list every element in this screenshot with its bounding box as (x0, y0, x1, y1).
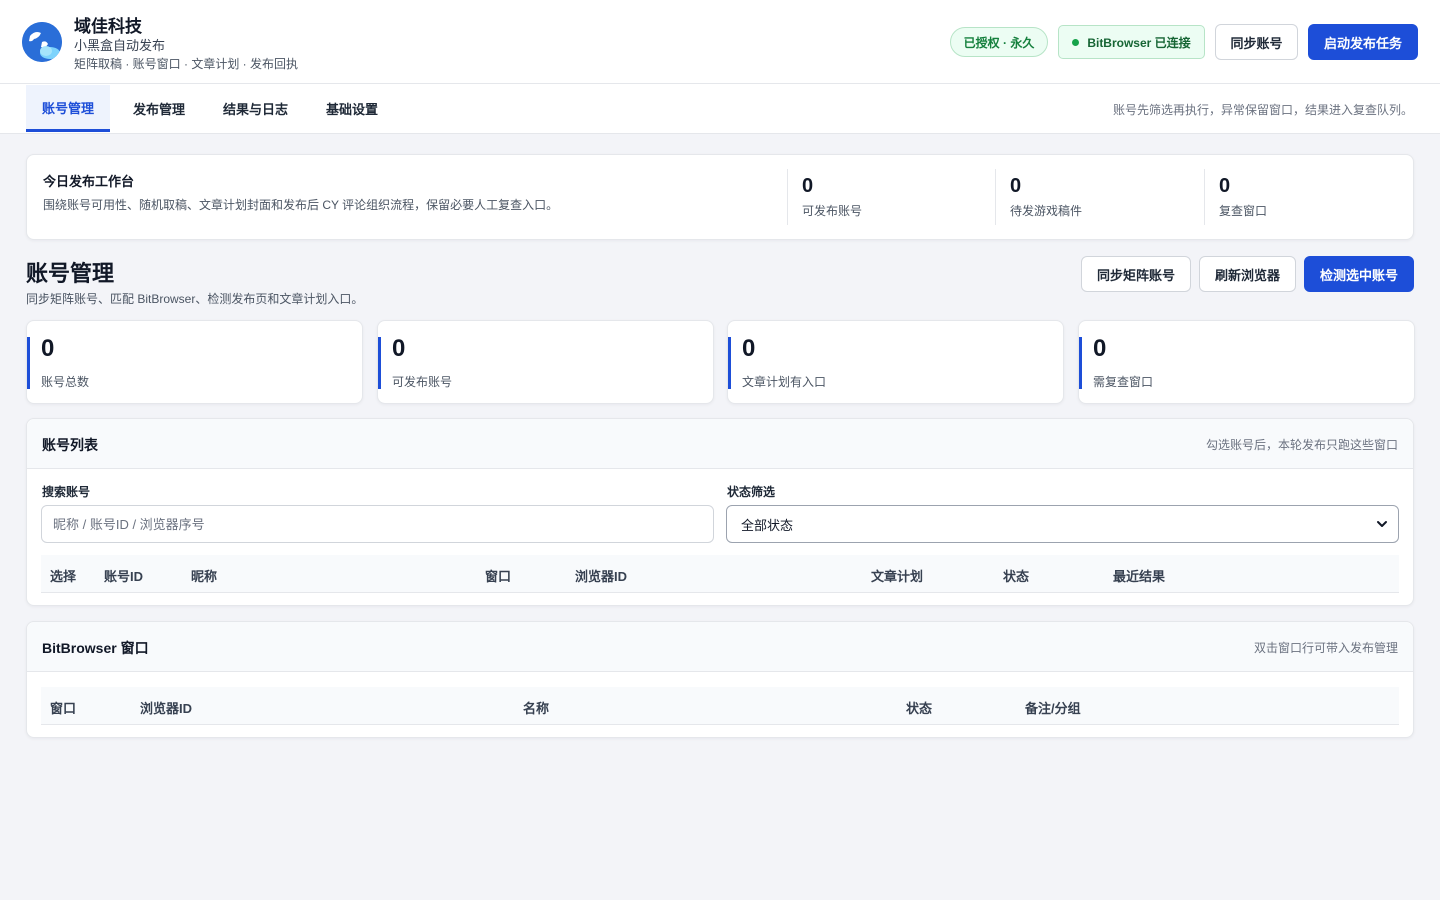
accounts-panel-hint: 勾选账号后，本轮发布只跑这些窗口 (1205, 438, 1398, 452)
tab-results-logs[interactable]: 结果与日志 (207, 84, 304, 132)
stat-label: 可发布账号 (392, 375, 453, 389)
brand-tagline: 矩阵取稿 · 账号窗口 · 文章计划 · 发布回执 (74, 57, 298, 71)
stat-card-article-plan-entry: 0 文章计划有入口 (727, 320, 1064, 404)
bitbrowser-panel-hint: 双击窗口行可带入发布管理 (1253, 641, 1398, 655)
stat-card-publishable-accounts: 0 可发布账号 (377, 320, 714, 404)
accounts-table-header: 选择 账号ID 昵称 窗口 浏览器ID 文章计划 状态 最近结果 (41, 555, 1399, 593)
column-header-notes-group[interactable]: 备注/分组 (1025, 698, 1081, 717)
column-header-window[interactable]: 窗口 (485, 566, 511, 585)
column-header-account-id[interactable]: 账号ID (104, 566, 143, 585)
status-filter-select[interactable]: 全部状态 (726, 505, 1399, 543)
stat-value: 0 (392, 335, 406, 362)
stat-label: 需复查窗口 (1093, 375, 1154, 389)
page-description: 同步矩阵账号、匹配 BitBrowser、检测发布页和文章计划入口。 (26, 292, 364, 306)
stat-value: 0 (1093, 335, 1107, 362)
column-header-browser-id[interactable]: 浏览器ID (575, 566, 627, 585)
page-title: 账号管理 (26, 261, 115, 286)
search-accounts-input[interactable] (41, 505, 714, 543)
bitbrowser-status-badge: BitBrowser 已连接 (1058, 25, 1205, 59)
status-filter-value: 全部状态 (741, 517, 794, 533)
workbench-card: 今日发布工作台 围绕账号可用性、随机取稿、文章计划封面和发布后 CY 评论组织流… (26, 154, 1414, 240)
status-dot-icon (1072, 38, 1080, 46)
workbench-description: 围绕账号可用性、随机取稿、文章计划封面和发布后 CY 评论组织流程，保留必要人工… (43, 198, 559, 212)
status-filter-label: 状态筛选 (727, 485, 776, 499)
detect-selected-accounts-button[interactable]: 检测选中账号 (1304, 256, 1414, 292)
stat-value: 0 (802, 175, 814, 197)
stat-value: 0 (41, 335, 55, 362)
bitbrowser-panel-header: BitBrowser 窗口 双击窗口行可带入发布管理 (27, 622, 1413, 672)
column-header-select[interactable]: 选择 (50, 566, 76, 585)
bitbrowser-status-text: BitBrowser 已连接 (1087, 35, 1191, 50)
sync-accounts-button[interactable]: 同步账号 (1215, 24, 1298, 60)
column-header-window[interactable]: 窗口 (50, 698, 76, 717)
column-header-latest-result[interactable]: 最近结果 (1113, 566, 1165, 585)
column-header-status[interactable]: 状态 (906, 698, 932, 717)
column-header-nickname[interactable]: 昵称 (191, 566, 217, 585)
sync-matrix-accounts-button[interactable]: 同步矩阵账号 (1081, 256, 1191, 292)
stat-card-total-accounts: 0 账号总数 (26, 320, 363, 404)
stat-label: 待发游戏稿件 (1010, 204, 1083, 218)
workbench-stat-pending-drafts: 0 待发游戏稿件 (995, 169, 1082, 225)
stat-label: 复查窗口 (1219, 204, 1268, 218)
column-header-status[interactable]: 状态 (1003, 566, 1029, 585)
column-header-article-plan[interactable]: 文章计划 (871, 566, 923, 585)
accounts-panel-header: 账号列表 勾选账号后，本轮发布只跑这些窗口 (27, 419, 1413, 469)
bitbrowser-panel: BitBrowser 窗口 双击窗口行可带入发布管理 窗口 浏览器ID 名称 状… (26, 621, 1414, 738)
stat-label: 账号总数 (41, 375, 90, 389)
workbench-title: 今日发布工作台 (43, 174, 135, 189)
chevron-down-icon (1377, 521, 1387, 527)
tab-settings[interactable]: 基础设置 (310, 84, 394, 132)
accounts-panel-title: 账号列表 (42, 437, 98, 453)
main-tabs: 账号管理 发布管理 结果与日志 基础设置 账号先筛选再执行，异常保留窗口，结果进… (0, 84, 1440, 134)
app-header: 域佳科技 小黑盒自动发布 矩阵取稿 · 账号窗口 · 文章计划 · 发布回执 已… (0, 0, 1440, 84)
brand-logo-icon (22, 22, 62, 62)
tab-hint: 账号先筛选再执行，异常保留窗口，结果进入复查队列。 (1112, 103, 1413, 117)
tab-accounts[interactable]: 账号管理 (26, 85, 111, 132)
stat-value: 0 (742, 335, 756, 362)
license-badge: 已授权 · 永久 (950, 27, 1048, 57)
stat-label: 文章计划有入口 (742, 375, 827, 389)
accounts-panel: 账号列表 勾选账号后，本轮发布只跑这些窗口 搜索账号 状态筛选 全部状态 选择 … (26, 418, 1414, 606)
stat-value: 0 (1010, 175, 1022, 197)
workbench-stat-review-windows: 0 复查窗口 (1204, 169, 1267, 225)
brand-subtitle: 小黑盒自动发布 (74, 38, 166, 53)
stat-label: 可发布账号 (802, 204, 863, 218)
bitbrowser-table-header: 窗口 浏览器ID 名称 状态 备注/分组 (41, 687, 1399, 725)
search-label: 搜索账号 (42, 485, 91, 499)
bitbrowser-panel-title: BitBrowser 窗口 (42, 640, 149, 656)
workbench-stat-publishable: 0 可发布账号 (787, 169, 862, 225)
column-header-browser-id[interactable]: 浏览器ID (140, 698, 192, 717)
start-publish-button[interactable]: 启动发布任务 (1308, 24, 1418, 60)
refresh-browser-button[interactable]: 刷新浏览器 (1199, 256, 1296, 292)
stat-value: 0 (1219, 175, 1231, 197)
column-header-name[interactable]: 名称 (523, 698, 549, 717)
stat-card-review-windows: 0 需复查窗口 (1078, 320, 1415, 404)
brand-title: 域佳科技 (74, 17, 142, 36)
tab-publish[interactable]: 发布管理 (117, 84, 201, 132)
